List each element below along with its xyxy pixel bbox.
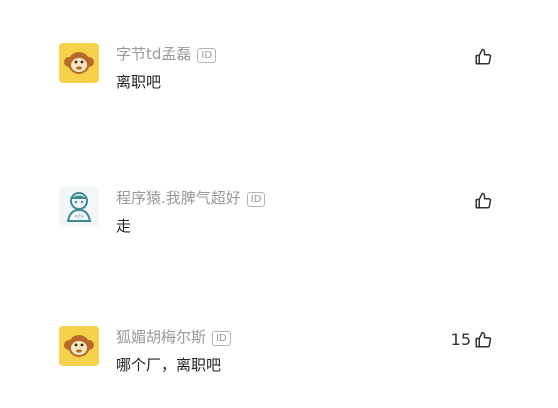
username[interactable]: 狐媚胡梅尔斯 ID [116,328,231,346]
username-text[interactable]: 字节td孟磊 [116,45,191,63]
comment-text: 走 [116,217,132,235]
like-button[interactable] [471,191,492,211]
comment-item: 狐媚胡梅尔斯 ID 哪个厂，离职吧 15 [0,326,558,386]
username-text[interactable]: 程序猿.我脾气超好 [116,189,241,207]
id-badge: ID [212,331,231,346]
id-badge: ID [246,192,266,207]
like-button[interactable] [471,47,492,67]
thumbs-up-icon [474,48,492,66]
like-button[interactable]: 15 [451,330,492,350]
thumbs-up-icon [474,331,492,349]
id-badge: ID [197,48,217,63]
monkey-avatar-icon [59,326,99,366]
comment-list: 字节td孟磊 ID 离职吧 </> 程序猿.我脾气超好 ID 走 狐媚胡梅尔斯 … [0,0,558,408]
comment-item: </> 程序猿.我脾气超好 ID 走 [0,187,558,247]
svg-text:</>: </> [74,214,83,220]
avatar[interactable] [59,326,99,366]
comment-text: 离职吧 [116,73,162,91]
thumbs-up-icon [474,192,492,210]
avatar[interactable] [59,43,99,83]
comment-item: 字节td孟磊 ID 离职吧 [0,43,558,103]
monkey-avatar-icon [59,43,99,83]
username-text[interactable]: 狐媚胡梅尔斯 [116,328,206,346]
programmer-avatar-icon: </> [59,187,99,227]
username[interactable]: 程序猿.我脾气超好 ID [116,189,266,207]
username[interactable]: 字节td孟磊 ID [116,45,217,63]
comment-text: 哪个厂，离职吧 [116,356,222,374]
like-count: 15 [450,330,471,349]
avatar[interactable]: </> [59,187,99,227]
